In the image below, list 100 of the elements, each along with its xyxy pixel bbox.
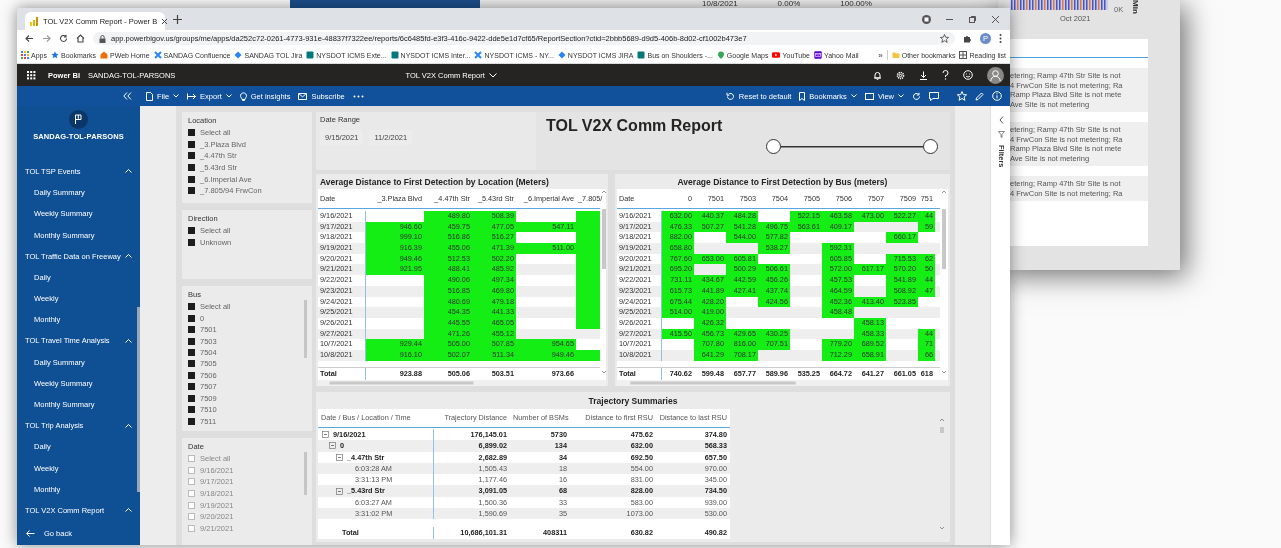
- media-control-icon[interactable]: [922, 14, 931, 24]
- star-icon[interactable]: [940, 34, 949, 43]
- scrollbar[interactable]: [304, 452, 307, 495]
- visual-title: Average Distance to First Detection by Location (Meters): [319, 176, 550, 189]
- bar-chart-icon: [30, 16, 39, 26]
- info-icon[interactable]: [992, 91, 1002, 101]
- checkbox[interactable]: [188, 303, 195, 311]
- star-icon: [50, 51, 59, 59]
- more-bookmarks-button[interactable]: »: [878, 50, 883, 60]
- settings-icon[interactable]: [896, 70, 905, 80]
- envelope-icon: [814, 51, 822, 59]
- axis-title: Min: [1131, 0, 1141, 14]
- forward-arrow-icon[interactable]: [42, 34, 51, 43]
- back-arrow-icon[interactable]: [25, 34, 34, 43]
- smiley-icon[interactable]: [963, 70, 973, 80]
- checkbox[interactable]: [188, 360, 195, 368]
- back-arrow-icon: [26, 529, 35, 537]
- restore-icon[interactable]: [968, 14, 977, 24]
- chevron-down-icon: [898, 94, 904, 98]
- home-icon[interactable]: [76, 34, 85, 43]
- bookmark-icon: [799, 91, 806, 101]
- checkbox[interactable]: [188, 129, 195, 137]
- chevron-down-icon: [173, 94, 180, 98]
- scrollbar[interactable]: [318, 380, 606, 386]
- checkbox[interactable]: [188, 478, 195, 486]
- puzzle-icon[interactable]: [963, 34, 972, 43]
- scrollbar[interactable]: [304, 300, 307, 358]
- collapse-toggle-icon[interactable]: [322, 431, 329, 439]
- checkbox[interactable]: [188, 383, 195, 391]
- comment-icon[interactable]: [929, 91, 939, 101]
- pencil-icon[interactable]: [975, 91, 984, 101]
- scrollbar[interactable]: [137, 306, 140, 492]
- play-icon: [772, 51, 781, 59]
- collapse-toggle-icon[interactable]: [336, 487, 343, 495]
- collapse-toggle-icon[interactable]: [329, 442, 336, 450]
- kebab-menu-icon[interactable]: [999, 34, 1002, 43]
- slider-handle[interactable]: [923, 139, 938, 154]
- x-mark-icon: [474, 51, 483, 59]
- apps-grid-icon: [21, 51, 29, 59]
- chevron-down-icon: [225, 94, 232, 98]
- checkbox[interactable]: [188, 326, 195, 334]
- checkbox[interactable]: [188, 524, 195, 532]
- checkbox[interactable]: [188, 164, 195, 172]
- export-arrow-icon: [187, 92, 197, 100]
- table-cell: 10/8/2021: [702, 0, 738, 8]
- checkbox[interactable]: [188, 314, 195, 322]
- lightbulb-icon: [239, 91, 247, 101]
- chevron-left-icon[interactable]: [998, 116, 1004, 124]
- checkbox[interactable]: [188, 175, 195, 183]
- chevron-down-icon: [850, 94, 857, 98]
- checkbox[interactable]: [188, 371, 195, 379]
- reload-icon[interactable]: [59, 34, 68, 43]
- diamond-icon: [557, 51, 566, 59]
- scrollbar[interactable]: [617, 380, 948, 386]
- table-cell: 100.00%: [840, 0, 872, 8]
- checkbox[interactable]: [188, 406, 195, 414]
- checkbox[interactable]: [188, 140, 195, 148]
- checkbox[interactable]: [188, 227, 195, 235]
- refresh-icon[interactable]: [912, 91, 921, 101]
- app-launcher-icon[interactable]: [27, 70, 36, 80]
- collapse-icon[interactable]: [123, 92, 132, 100]
- visual-title: Trajectory Summaries: [587, 395, 679, 408]
- download-icon[interactable]: [919, 70, 928, 80]
- tile-icon: [306, 51, 315, 59]
- bell-icon[interactable]: [873, 70, 882, 80]
- new-tab-icon[interactable]: [173, 14, 182, 24]
- scrollbar[interactable]: [940, 189, 948, 375]
- help-icon[interactable]: [942, 70, 949, 80]
- collapse-toggle-icon[interactable]: [336, 453, 343, 461]
- user-avatar-icon[interactable]: [987, 66, 1004, 84]
- slider-handle[interactable]: [766, 139, 781, 154]
- checkbox[interactable]: [188, 490, 195, 498]
- more-icon[interactable]: [352, 94, 364, 98]
- house-icon: [100, 51, 108, 59]
- reading-list-icon: [959, 51, 968, 59]
- checkbox[interactable]: [188, 466, 195, 474]
- chevron-down-icon: [488, 72, 497, 78]
- checkbox[interactable]: [188, 513, 195, 521]
- visual-title: Average Distance to First Detection by Bus (meters): [676, 176, 889, 189]
- checkbox[interactable]: [188, 337, 195, 345]
- view-icon: [864, 92, 874, 100]
- checkbox[interactable]: [188, 394, 195, 402]
- document-icon: [146, 91, 153, 101]
- checkbox[interactable]: [188, 238, 195, 246]
- checkbox[interactable]: [188, 501, 195, 509]
- close-icon[interactable]: [161, 17, 169, 25]
- x-mark-icon: [153, 51, 162, 59]
- lock-icon: [99, 34, 106, 43]
- map-pin-icon: [716, 51, 725, 59]
- checkbox[interactable]: [188, 349, 195, 357]
- funnel-icon: [997, 131, 1005, 138]
- checkbox[interactable]: [188, 417, 195, 425]
- folder-icon: [891, 51, 900, 59]
- diamond-icon: [234, 51, 243, 59]
- tile-icon: [637, 51, 646, 59]
- envelope-icon: [298, 92, 308, 100]
- checkbox[interactable]: [188, 152, 195, 160]
- checkbox[interactable]: [188, 187, 195, 195]
- close-icon[interactable]: [991, 14, 1000, 24]
- checkbox[interactable]: [188, 455, 195, 463]
